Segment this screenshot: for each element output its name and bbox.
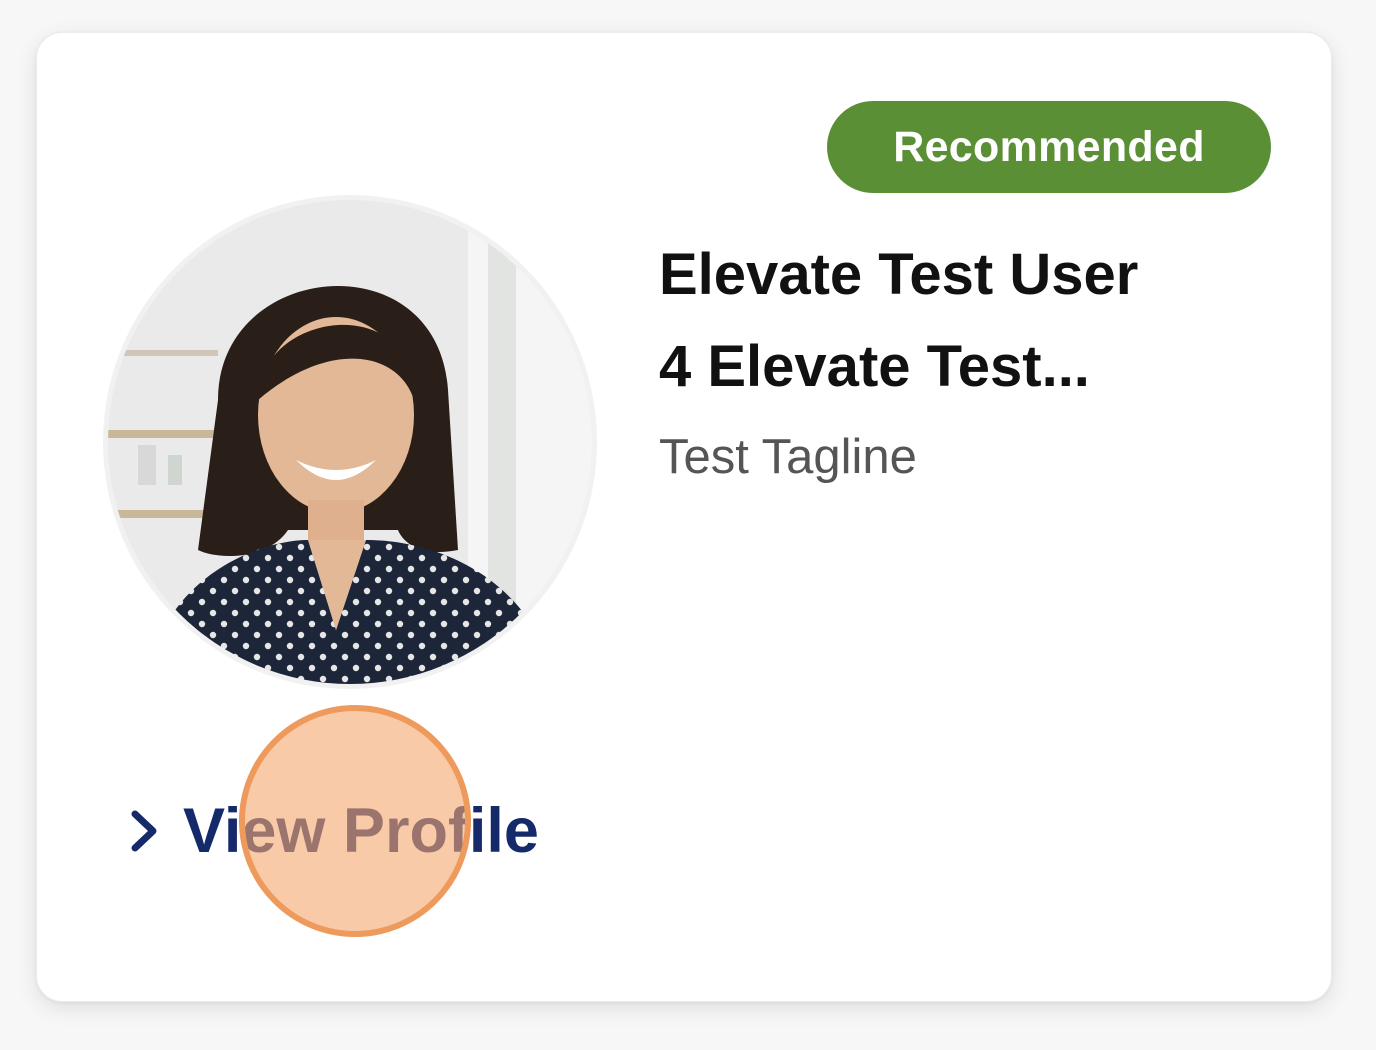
avatar xyxy=(103,195,597,689)
click-indicator xyxy=(239,705,471,937)
profile-photo xyxy=(108,200,592,684)
chevron-right-icon xyxy=(131,810,157,852)
profile-card: Recommended Elevate Test User 4 Elevate … xyxy=(36,32,1332,1002)
profile-name: Elevate Test User 4 Elevate Test... xyxy=(659,242,1139,399)
profile-tagline: Test Tagline xyxy=(659,430,917,484)
recommended-badge: Recommended xyxy=(827,101,1271,193)
